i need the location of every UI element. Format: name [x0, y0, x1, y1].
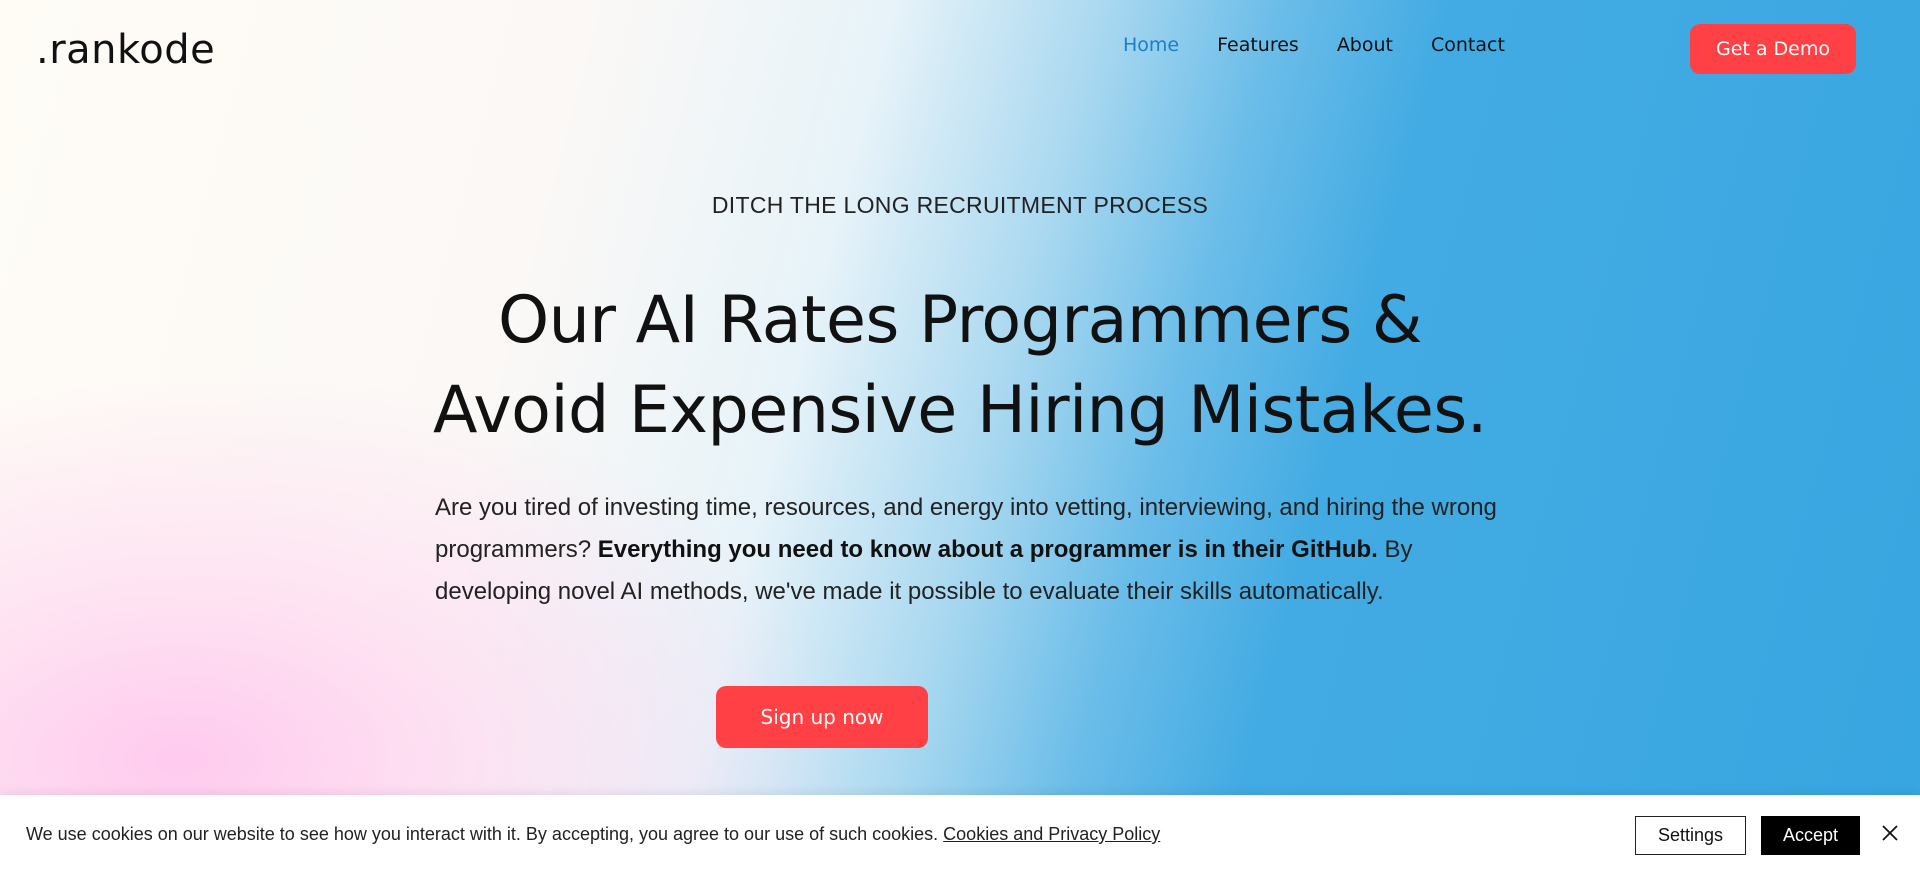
site-logo[interactable]: .rankode: [36, 20, 215, 80]
nav-home[interactable]: Home: [1123, 28, 1179, 62]
hero-description: Are you tired of investing time, resourc…: [435, 487, 1525, 613]
cookie-text: We use cookies on our website to see how…: [26, 824, 939, 844]
cookie-message: We use cookies on our website to see how…: [26, 822, 1160, 846]
nav-features[interactable]: Features: [1217, 28, 1299, 62]
desc-bold: Everything you need to know about a prog…: [597, 536, 1378, 563]
hero-headline: Our AI Rates Programmers & Avoid Expensi…: [0, 276, 1920, 456]
headline-line-2: Avoid Expensive Hiring Mistakes.: [433, 373, 1487, 448]
main-nav: Home Features About Contact: [1123, 28, 1543, 62]
hero-eyebrow: DITCH THE LONG RECRUITMENT PROCESS: [711, 192, 1209, 218]
privacy-policy-link[interactable]: Cookies and Privacy Policy: [943, 824, 1160, 844]
headline-line-1: Our AI Rates Programmers &: [497, 283, 1423, 358]
get-demo-button[interactable]: Get a Demo: [1690, 24, 1856, 74]
nav-about[interactable]: About: [1337, 28, 1393, 62]
cookie-settings-button[interactable]: Settings: [1635, 816, 1746, 855]
nav-contact[interactable]: Contact: [1431, 28, 1505, 62]
close-icon[interactable]: [1878, 821, 1902, 845]
cookie-banner: We use cookies on our website to see how…: [0, 795, 1920, 875]
cookie-accept-button[interactable]: Accept: [1761, 816, 1860, 855]
sign-up-button[interactable]: Sign up now: [716, 686, 928, 748]
hero-section: .rankode Home Features About Contact Get…: [0, 0, 1920, 795]
